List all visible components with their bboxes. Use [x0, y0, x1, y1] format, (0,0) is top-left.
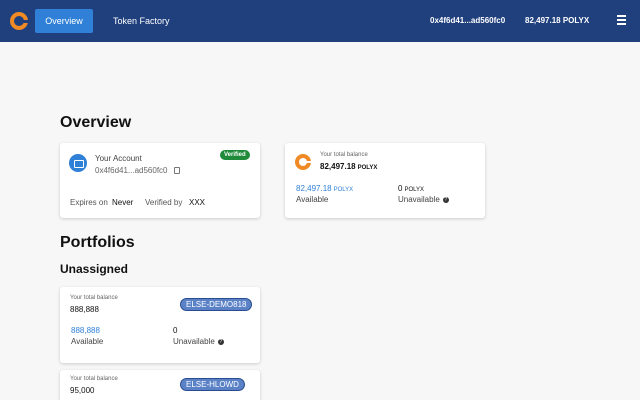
total-balance-label: Your total balance	[320, 152, 368, 158]
portfolio-available-label: Available	[71, 337, 104, 346]
portfolio-card[interactable]: Your total balance 888,888 ELSE-DEMO818 …	[60, 287, 260, 363]
account-address: 0x4f6d41...ad560fc0	[95, 166, 168, 175]
unavailable-label: Unavailable?	[398, 195, 449, 204]
portfolio-unavailable-value: 0	[173, 326, 178, 335]
expires-value: Never	[112, 198, 134, 207]
expires-label: Expires on	[70, 198, 108, 207]
app-logo-icon[interactable]	[10, 12, 28, 30]
portfolio-balance-label: Your total balance	[70, 295, 118, 301]
portfolio-unavailable-label: Unavailable?	[173, 337, 224, 346]
account-card: Your Account 0x4f6d41...ad560fc0 Verifie…	[60, 143, 260, 218]
portfolio-ticker-tag[interactable]: ELSE-DEMO818	[180, 298, 253, 311]
portfolio-card[interactable]: Your total balance 95,000 ELSE-HLOWD	[60, 370, 260, 400]
available-label: Available	[296, 195, 329, 204]
unavailable-balance-value: 0 POLYX	[398, 184, 425, 193]
nav-overview-button[interactable]: Overview	[35, 9, 93, 33]
portfolios-heading: Portfolios	[60, 234, 135, 251]
account-label: Your Account	[95, 154, 142, 163]
wallet-card-icon	[69, 154, 87, 172]
unassigned-subheading: Unassigned	[60, 262, 129, 276]
verified-badge: Verified	[220, 150, 250, 160]
verified-by-label: Verified by	[145, 198, 183, 207]
balance-card: Your total balance 82,497.18 POLYX 82,497…	[285, 143, 485, 218]
help-icon[interactable]: ?	[217, 338, 224, 345]
portfolio-balance-value: 95,000	[70, 386, 95, 395]
header-balance: 82,497.18 POLYX	[525, 16, 590, 25]
verified-by-value: XXX	[189, 198, 206, 207]
hamburger-menu-icon[interactable]	[617, 15, 626, 25]
available-balance-value: 82,497.18 POLYX	[296, 184, 354, 193]
total-balance-value: 82,497.18 POLYX	[320, 162, 378, 171]
nav-token-factory-button[interactable]: Token Factory	[103, 9, 180, 33]
portfolio-ticker-tag[interactable]: ELSE-HLOWD	[180, 378, 245, 391]
portfolio-available-value: 888,888	[71, 326, 100, 335]
copy-icon[interactable]	[174, 167, 180, 174]
help-icon[interactable]: ?	[442, 196, 449, 203]
header-account-address[interactable]: 0x4f6d41...ad560fc0	[430, 16, 505, 25]
portfolio-balance-label: Your total balance	[70, 376, 118, 382]
portfolio-balance-value: 888,888	[70, 305, 99, 314]
top-navigation-bar: Overview Token Factory 0x4f6d41...ad560f…	[0, 0, 640, 42]
polymesh-logo-icon	[295, 154, 311, 170]
overview-heading: Overview	[60, 114, 132, 131]
